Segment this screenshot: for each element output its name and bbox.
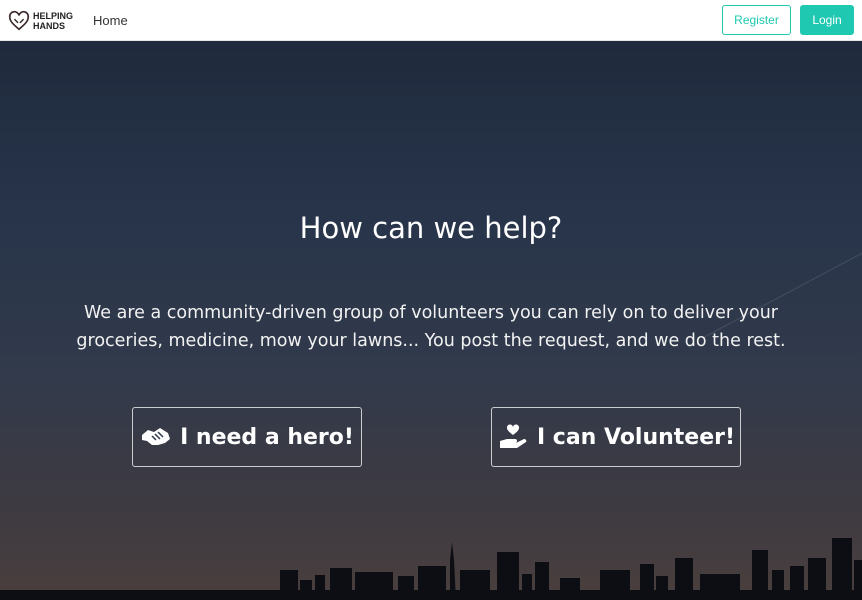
brand-logo[interactable]: HELPING HANDS [8,8,74,34]
heart-hands-icon [8,10,30,31]
hero-section: How can we help? We are a community-driv… [0,41,862,600]
nav-link-home[interactable]: Home [93,13,128,28]
volunteer-button[interactable]: I can Volunteer! [491,407,741,467]
hero-description: We are a community-driven group of volun… [76,303,786,351]
brand-name: HELPING HANDS [33,11,74,31]
login-button[interactable]: Login [800,5,854,35]
register-button[interactable]: Register [722,5,791,35]
hand-holding-heart-icon [499,424,527,448]
city-skyline-image [0,538,862,600]
brand-name-line1: HELPING [33,11,74,21]
handshake-icon [142,428,171,445]
brand-name-line2: HANDS [33,21,66,31]
hero-title: How can we help? [299,211,563,245]
need-hero-button[interactable]: I need a hero! [132,407,362,467]
top-navbar: HELPING HANDS Home Register Login [0,0,862,41]
volunteer-label: I can Volunteer! [536,424,736,450]
need-hero-label: I need a hero! [180,424,354,450]
